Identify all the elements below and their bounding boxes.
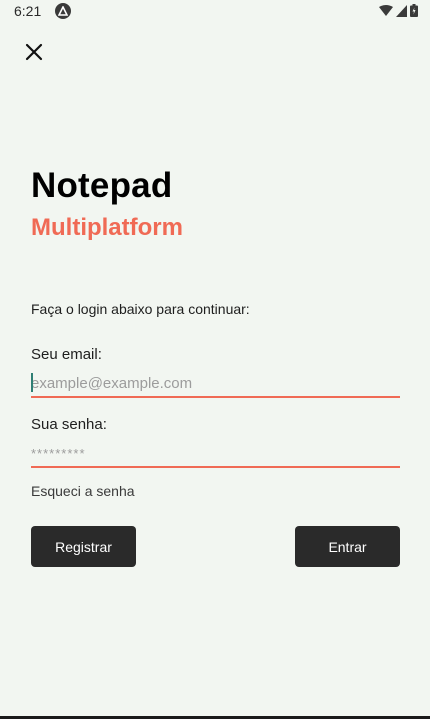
- battery-icon: [410, 4, 418, 22]
- status-icons: [379, 4, 418, 22]
- app-title: Notepad: [31, 166, 173, 205]
- email-field[interactable]: [31, 370, 400, 398]
- login-instruction: Faça o login abaixo para continuar:: [31, 301, 250, 317]
- password-label: Sua senha:: [31, 416, 107, 433]
- password-field[interactable]: [31, 440, 400, 468]
- status-bar: 6:21: [0, 0, 430, 24]
- login-button[interactable]: Entrar: [295, 526, 400, 567]
- text-caret: [31, 373, 33, 392]
- wifi-icon: [379, 4, 393, 22]
- app-subtitle: Multiplatform: [31, 214, 183, 241]
- close-icon: [25, 43, 43, 66]
- forgot-password-link[interactable]: Esqueci a senha: [31, 483, 135, 499]
- android-a-icon: [55, 3, 71, 19]
- register-button[interactable]: Registrar: [31, 526, 136, 567]
- status-time: 6:21: [14, 3, 42, 19]
- email-label: Seu email:: [31, 346, 102, 363]
- signal-icon: [396, 4, 407, 22]
- close-button[interactable]: [22, 42, 46, 66]
